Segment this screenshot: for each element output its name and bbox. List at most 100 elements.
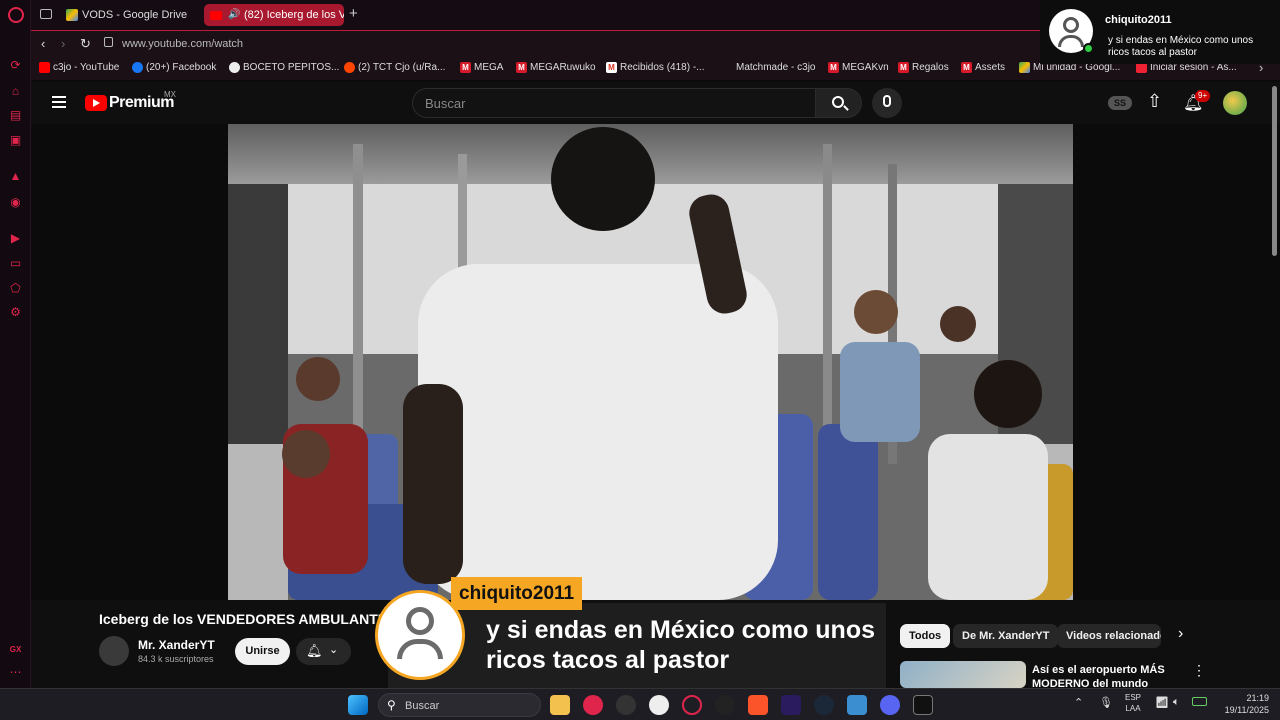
hotkeys-icon[interactable]: ⬠ xyxy=(8,281,23,296)
search-button[interactable] xyxy=(816,88,862,118)
youtube-icon xyxy=(210,11,222,20)
online-status-icon xyxy=(1083,43,1094,54)
facebook-icon xyxy=(132,62,143,73)
bookmark-item[interactable]: M Regalos xyxy=(898,62,949,73)
menu-icon[interactable] xyxy=(52,96,66,108)
player-icon[interactable]: ▶ xyxy=(8,231,23,246)
join-button[interactable]: Unirse xyxy=(235,638,290,665)
more-icon[interactable]: ⋯ xyxy=(8,665,23,680)
whatsapp-icon[interactable]: ◉ xyxy=(8,195,23,210)
drive-icon xyxy=(66,9,78,21)
discord-icon[interactable] xyxy=(880,695,900,715)
upload-icon[interactable]: ⇧ xyxy=(1147,91,1162,112)
windows-start-icon[interactable] xyxy=(348,695,368,715)
news-icon[interactable]: ▤ xyxy=(8,108,23,123)
chevron-right-icon[interactable]: › xyxy=(1178,625,1183,643)
new-tab-button[interactable]: + xyxy=(349,5,358,22)
more-options-icon[interactable]: ⋮ xyxy=(1192,662,1206,679)
recommended-title[interactable]: Así es el aeropuerto MÁS MODERNO del mun… xyxy=(1032,663,1187,688)
opera-gx-icon[interactable] xyxy=(682,695,702,715)
keyboard-layout: LAA xyxy=(1125,704,1141,713)
premiere-icon[interactable] xyxy=(781,695,801,715)
video-title: Iceberg de los VENDEDORES AMBULANTES xyxy=(99,611,389,627)
opera-logo-icon[interactable] xyxy=(8,7,24,23)
chat-overlay-avatar-icon xyxy=(375,590,465,680)
url-field[interactable]: www.youtube.com/watch xyxy=(122,38,243,50)
search-input[interactable] xyxy=(425,96,805,111)
back-icon[interactable]: ‹ xyxy=(41,36,45,51)
notification-popup[interactable]: chiquito2011 y si endas en México como u… xyxy=(1040,0,1280,64)
channel-avatar[interactable] xyxy=(99,636,129,666)
youtube-icon xyxy=(39,62,50,73)
user-avatar[interactable] xyxy=(1223,91,1247,115)
cpu-icon[interactable]: ▭ xyxy=(8,256,23,271)
speaker-icon[interactable]: 🔊 xyxy=(228,4,240,26)
forward-icon[interactable]: › xyxy=(61,36,65,51)
reddit-icon xyxy=(344,62,355,73)
volume-icon[interactable]: 🔈︎ xyxy=(1173,696,1180,709)
google-icon xyxy=(229,62,240,73)
chip-todos[interactable]: Todos xyxy=(900,624,951,648)
bookmark-label: Recibidos (418) -... xyxy=(620,62,705,73)
workspaces-icon[interactable] xyxy=(40,9,52,19)
channel-name[interactable]: Mr. XanderYT xyxy=(138,638,215,652)
bookmark-item[interactable]: c3jo - YouTube xyxy=(39,62,119,73)
chip-related[interactable]: Videos relacionados xyxy=(1057,624,1161,648)
browser-sidebar: ⟳ ⌂ ▤ ▣ ▲ ◉ ▶ ▭ ⬠ ⚙ GX ⋯ xyxy=(0,0,31,688)
settings-icon[interactable]: ⚙ xyxy=(8,305,23,320)
notification-user: chiquito2011 xyxy=(1105,14,1172,26)
battery-icon[interactable] xyxy=(1192,697,1207,706)
bookmark-item[interactable]: M MEGAKvn xyxy=(828,62,889,73)
user-badge[interactable]: SS xyxy=(1108,96,1132,110)
taskbar-search[interactable]: ⚲ Buscar xyxy=(378,693,541,717)
region-label: MX xyxy=(164,90,176,99)
scrollbar-thumb[interactable] xyxy=(1272,86,1277,256)
bookmark-label: (2) TCT Cjo (u/Ra... xyxy=(358,62,446,73)
unity-icon[interactable] xyxy=(649,695,669,715)
language-indicator[interactable]: ESP LAA xyxy=(1125,692,1141,714)
bookmark-label: Regalos xyxy=(912,62,949,73)
bookmark-item[interactable]: M Recibidos (418) -... xyxy=(606,62,704,73)
bookmark-item[interactable]: M MEGA xyxy=(460,62,503,73)
twitch-icon[interactable]: ▣ xyxy=(8,133,23,148)
notification-message: y si endas en México como unos ricos tac… xyxy=(1108,35,1254,58)
shop-icon[interactable]: ⌂ xyxy=(8,84,23,99)
lock-icon[interactable] xyxy=(104,37,113,47)
tab-youtube-active[interactable]: 🔊 (82) Iceberg de los VE xyxy=(204,4,344,26)
chip-channel[interactable]: De Mr. XanderYT xyxy=(953,624,1059,648)
subscriber-count: 84.3 k suscriptores xyxy=(138,654,214,664)
bookmark-item[interactable]: M MEGARuwuko xyxy=(516,62,596,73)
wifi-icon[interactable]: 📶︎ xyxy=(1155,696,1169,709)
recommended-thumbnail[interactable] xyxy=(900,661,1026,688)
tray-chevron-icon[interactable]: ⌃ xyxy=(1074,696,1083,709)
clock[interactable]: 21:19 19/11/2025 xyxy=(1219,692,1269,716)
4k-downloader-icon[interactable] xyxy=(715,695,735,715)
video-player[interactable] xyxy=(228,124,1073,600)
taskbar-search-placeholder: Buscar xyxy=(405,700,440,712)
bookmark-item[interactable]: Matchmade - c3jo xyxy=(722,62,815,73)
steam-icon[interactable] xyxy=(814,695,834,715)
youtube-logo-icon[interactable] xyxy=(85,95,107,111)
bookmark-item[interactable]: BOCETO PEPITOS... xyxy=(229,62,339,73)
photos-icon[interactable] xyxy=(847,695,867,715)
epic-games-icon[interactable] xyxy=(913,695,933,715)
microphone-icon[interactable]: 🎙︎ xyxy=(1099,696,1113,709)
music-app-icon[interactable] xyxy=(583,695,603,715)
game-icon[interactable]: ▲ xyxy=(8,169,23,184)
chat-overlay-message: y si endas en México como unos ricos tac… xyxy=(486,616,876,674)
bookmark-item[interactable]: (20+) Facebook xyxy=(132,62,216,73)
obs-icon[interactable] xyxy=(616,695,636,715)
file-explorer-icon[interactable] xyxy=(550,695,570,715)
bookmark-item[interactable]: M Assets xyxy=(961,62,1005,73)
voice-search-button[interactable] xyxy=(872,88,902,118)
gx-label[interactable]: GX xyxy=(8,642,23,657)
bookmark-label: BOCETO PEPITOS... xyxy=(243,62,340,73)
reload-icon[interactable]: ↻ xyxy=(80,36,91,52)
refresh-icon[interactable]: ⟳ xyxy=(8,58,23,73)
chevron-down-icon: ⌄ xyxy=(329,644,339,656)
tab-google-drive[interactable]: VODS - Google Drive xyxy=(60,4,198,26)
tab-label: (82) Iceberg de los VE xyxy=(244,9,344,21)
bookmark-item[interactable]: (2) TCT Cjo (u/Ra... xyxy=(344,62,445,73)
subscribe-bell-button[interactable]: 🔔︎ ⌄ xyxy=(296,638,351,665)
brave-icon[interactable] xyxy=(748,695,768,715)
